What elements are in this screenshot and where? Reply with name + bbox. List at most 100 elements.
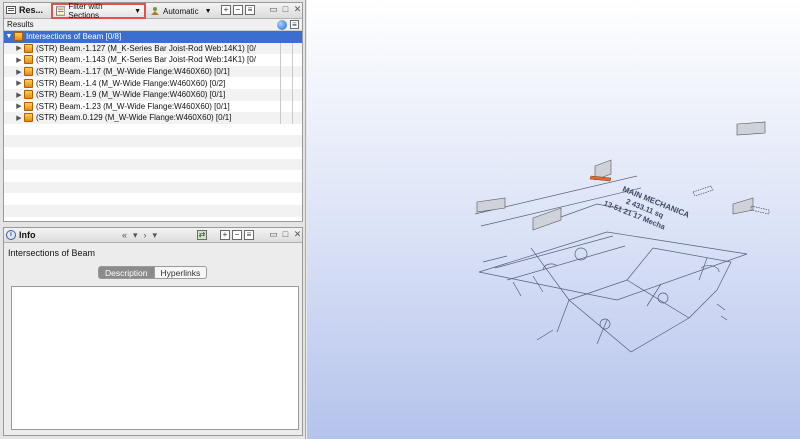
info-tools: ⇄ [197, 230, 207, 240]
expand-all-icon[interactable]: + [221, 5, 231, 15]
info-subject: Intersections of Beam [8, 248, 96, 258]
chevron-down-icon: ▼ [134, 7, 141, 15]
list-icon[interactable]: ≡ [245, 5, 255, 15]
info-tab[interactable]: i Info [6, 230, 36, 240]
column-divider [292, 112, 293, 124]
results-header-label: Results [7, 20, 34, 29]
automatic-dropdown[interactable]: Automatic ▼ [150, 5, 212, 17]
row-label: (STR) Beam.-1.4 (M_W-Wide Flange:W460X60… [36, 78, 226, 88]
tree-row[interactable]: ▶ (STR) Beam.-1.4 (M_W-Wide Flange:W460X… [4, 77, 302, 89]
tree-row[interactable]: ▶ (STR) Beam.-1.17 (M_W-Wide Flange:W460… [4, 65, 302, 78]
list-icon[interactable]: ≡ [290, 20, 299, 29]
expand-arrow-icon[interactable]: ▶ [14, 44, 24, 52]
row-label: (STR) Beam.-1.23 (M_W-Wide Flange:W460X6… [36, 101, 230, 111]
tab-hyperlinks[interactable]: Hyperlinks [154, 266, 208, 279]
column-divider [292, 54, 293, 66]
tree-row[interactable]: ▶ (STR) Beam.-1.23 (M_W-Wide Flange:W460… [4, 100, 302, 113]
clash-icon [24, 67, 33, 77]
column-divider [280, 42, 281, 55]
tree-row[interactable]: ▶ (STR) Beam.-1.127 (M_K-Series Bar Jois… [4, 42, 302, 55]
info-window-controls: ▭ □ ✕ [269, 230, 302, 239]
results-header-icons: ≡ [277, 20, 299, 30]
results-title: Res... [19, 5, 44, 15]
clash-icon [24, 55, 33, 65]
floor-plan-drawing: MAIN MECHANICA 2 433.11 sq 13-51 21 17 M… [474, 121, 770, 353]
info-tabs: Description Hyperlinks [98, 266, 208, 279]
column-divider [292, 100, 293, 113]
column-divider [280, 112, 281, 124]
row-label: Intersections of Beam [0/8] [26, 32, 122, 42]
row-label: (STR) Beam.-1.17 (M_W-Wide Flange:W460X6… [36, 67, 230, 77]
chevron-down-icon[interactable]: ▾ [133, 230, 138, 241]
column-divider [292, 65, 293, 78]
row-label: (STR) Beam.-1.143 (M_K-Series Bar Joist-… [36, 55, 256, 65]
results-tree: ▼ Intersections of Beam [0/8] ▶ (STR) Be… [4, 31, 302, 217]
tree-row-intersections[interactable]: ▼ Intersections of Beam [0/8] [4, 31, 302, 43]
empty-row [4, 147, 302, 159]
model-3d-view[interactable]: MAIN MECHANICA 2 433.11 sq 13-51 21 17 M… [307, 0, 800, 439]
tree-row[interactable]: ▶ (STR) Beam.-1.143 (M_K-Series Bar Jois… [4, 54, 302, 66]
tab-description[interactable]: Description [98, 266, 155, 279]
clash-icon [24, 78, 33, 88]
results-column-header: Results ≡ [4, 19, 302, 31]
maximize-icon[interactable]: □ [281, 230, 290, 239]
expand-arrow-icon[interactable]: ▶ [14, 79, 24, 87]
collapse-all-icon[interactable]: − [232, 230, 242, 240]
close-icon[interactable]: ✕ [293, 5, 302, 14]
expand-all-icon[interactable]: + [220, 230, 230, 240]
info-navigation: « ▾ › ▾ [122, 230, 157, 241]
description-content[interactable] [11, 286, 299, 430]
results-tab[interactable]: Res... [6, 5, 43, 15]
chevron-down-icon[interactable]: ▾ [153, 230, 158, 241]
sync-icon[interactable]: ⇄ [197, 230, 207, 240]
automatic-icon [151, 7, 159, 15]
maximize-icon[interactable]: □ [281, 5, 290, 14]
chevron-down-icon: ▼ [204, 7, 212, 15]
collapse-all-icon[interactable]: − [233, 5, 243, 15]
expand-arrow-icon[interactable]: ▼ [4, 33, 14, 40]
results-window-controls: ▭ □ ✕ [269, 5, 302, 14]
filter-icon [56, 6, 66, 16]
minimize-icon[interactable]: ▭ [269, 5, 278, 14]
column-divider [292, 42, 293, 55]
clash-icon [24, 43, 33, 53]
back-icon[interactable]: « [122, 230, 127, 241]
globe-icon[interactable] [277, 20, 287, 30]
column-divider [292, 88, 293, 101]
forward-icon[interactable]: › [144, 230, 147, 241]
info-toolbar: i Info « ▾ › ▾ ⇄ + − ≡ ▭ □ ✕ [4, 228, 302, 243]
expand-arrow-icon[interactable]: ▶ [14, 91, 24, 99]
automatic-label: Automatic [163, 6, 199, 16]
results-icon [6, 6, 16, 14]
column-divider [280, 65, 281, 78]
tree-tools: + − ≡ [221, 5, 255, 15]
expand-arrow-icon[interactable]: ▶ [14, 56, 24, 64]
expand-arrow-icon[interactable]: ▶ [14, 114, 24, 122]
empty-row [4, 193, 302, 205]
left-panel: Res... Filter with Sections ▼ Automatic … [0, 0, 306, 439]
clash-icon [24, 90, 33, 100]
empty-row [4, 135, 302, 147]
close-icon[interactable]: ✕ [293, 230, 302, 239]
minimize-icon[interactable]: ▭ [269, 230, 278, 239]
results-toolbar: Res... Filter with Sections ▼ Automatic … [4, 2, 302, 20]
expand-arrow-icon[interactable]: ▶ [14, 68, 24, 76]
info-tree-tools: + − ≡ [220, 230, 254, 240]
clash-group-icon [14, 32, 23, 42]
row-label: (STR) Beam.0.129 (M_W-Wide Flange:W460X6… [36, 113, 232, 123]
empty-row [4, 158, 302, 171]
info-title: Info [19, 230, 36, 240]
column-divider [280, 88, 281, 101]
empty-row [4, 181, 302, 194]
results-panel: Res... Filter with Sections ▼ Automatic … [3, 2, 303, 222]
column-divider [280, 100, 281, 113]
row-label: (STR) Beam.-1.127 (M_K-Series Bar Joist-… [36, 43, 256, 53]
list-icon[interactable]: ≡ [244, 230, 254, 240]
expand-arrow-icon[interactable]: ▶ [14, 102, 24, 110]
empty-row [4, 124, 302, 136]
tree-row[interactable]: ▶ (STR) Beam.-1.9 (M_W-Wide Flange:W460X… [4, 88, 302, 101]
info-panel: i Info « ▾ › ▾ ⇄ + − ≡ ▭ □ ✕ Intersectio… [3, 227, 303, 436]
empty-row [4, 204, 302, 217]
filter-with-sections-dropdown[interactable]: Filter with Sections ▼ [51, 2, 146, 20]
tree-row[interactable]: ▶ (STR) Beam.0.129 (M_W-Wide Flange:W460… [4, 112, 302, 124]
